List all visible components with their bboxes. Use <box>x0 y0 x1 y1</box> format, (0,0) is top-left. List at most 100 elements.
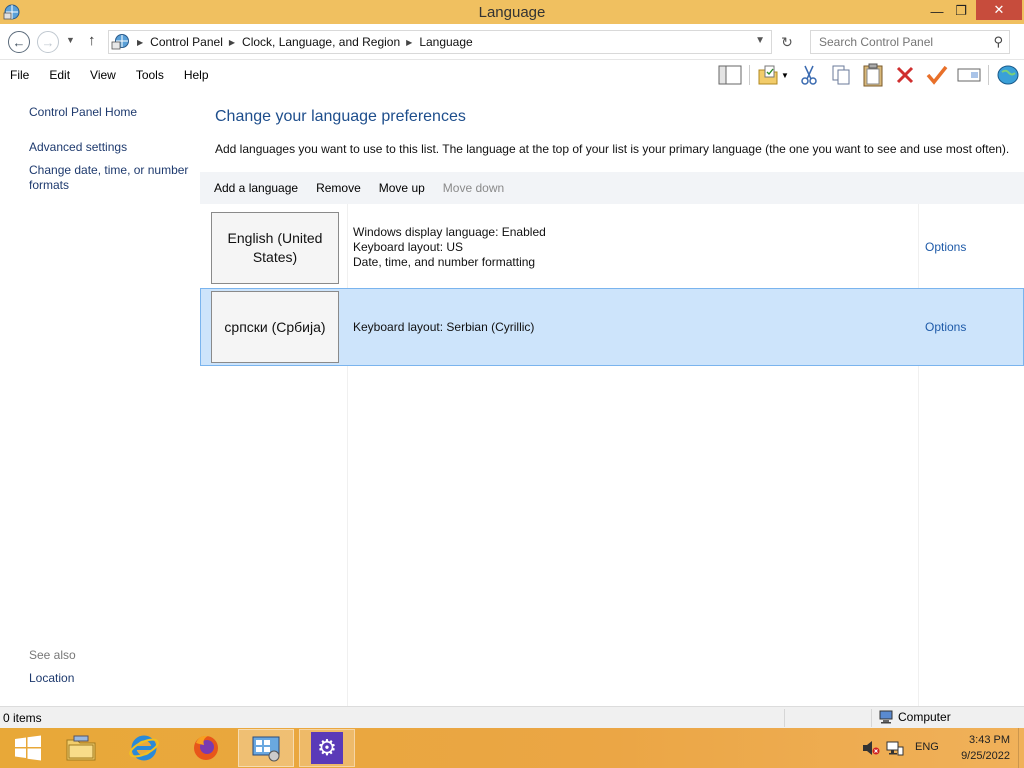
clock-time: 3:43 PM <box>969 734 1010 746</box>
item-count: 0 items <box>3 711 42 725</box>
apply-button[interactable] <box>921 62 953 88</box>
breadcrumb-language[interactable]: Language <box>419 35 472 49</box>
delete-icon <box>896 66 914 84</box>
move-down-button[interactable]: Move down <box>443 181 504 195</box>
refresh-icon: ↻ <box>781 33 793 50</box>
menu-file[interactable]: File <box>0 68 39 82</box>
link-line: Change date, time, or number <box>29 163 189 177</box>
search-input[interactable] <box>819 35 979 49</box>
rename-icon <box>957 68 981 82</box>
change-date-time-formats-link[interactable]: Change date, time, or number formats <box>29 163 188 193</box>
settings-icon: ⚙ <box>311 732 343 764</box>
globe-button[interactable] <box>992 62 1024 88</box>
taskbar-firefox[interactable] <box>178 729 234 767</box>
advanced-settings-link[interactable]: Advanced settings <box>29 140 127 155</box>
search-icon[interactable]: ⚲ <box>993 34 1003 50</box>
language-row-english[interactable]: English (United States) Windows display … <box>200 210 1024 288</box>
forward-button[interactable]: → <box>37 31 59 53</box>
language-tile[interactable]: српски (Србија) <box>211 291 339 363</box>
breadcrumb-clock-language-region[interactable]: Clock, Language, and Region <box>242 35 400 49</box>
language-name-line: српски (Србија) <box>224 318 326 335</box>
properties-folder-icon <box>758 65 778 85</box>
search-box[interactable]: ⚲ <box>810 30 1010 54</box>
taskbar-internet-explorer[interactable] <box>116 729 172 767</box>
breadcrumb-separator-icon[interactable]: ▶ <box>406 38 412 47</box>
keyboard-layout: Keyboard layout: US <box>353 240 464 254</box>
window-title: Language <box>478 3 546 21</box>
windows-logo-icon <box>15 735 41 761</box>
menu-help[interactable]: Help <box>174 68 219 82</box>
menu-tools[interactable]: Tools <box>126 68 174 82</box>
page-title: Change your language preferences <box>215 108 466 125</box>
control-panel-icon[interactable] <box>3 3 21 21</box>
up-button[interactable]: ↑ <box>88 32 96 49</box>
language-row-serbian[interactable]: српски (Србија) Keyboard layout: Serbian… <box>200 288 1024 366</box>
menu-toolbar-row: File Edit View Tools Help ▼ <box>0 61 1024 89</box>
task-pane: Control Panel Home Advanced settings Cha… <box>0 90 200 706</box>
paste-icon <box>863 63 883 87</box>
language-name-line: States) <box>252 249 298 265</box>
language-info: Windows display language: Enabled Keyboa… <box>353 225 546 270</box>
globe-icon <box>997 65 1019 85</box>
menu-view[interactable]: View <box>80 68 126 82</box>
copy-icon <box>832 65 850 85</box>
menu-bar: File Edit View Tools Help <box>0 61 219 89</box>
language-info: Keyboard layout: Serbian (Cyrillic) <box>353 320 534 335</box>
zone-indicator: Computer <box>878 710 951 724</box>
rename-button[interactable] <box>953 62 985 88</box>
language-name-line: English (United <box>227 230 323 246</box>
add-language-button[interactable]: Add a language <box>214 181 298 195</box>
back-button[interactable]: ← <box>8 31 30 53</box>
language-command-bar: Add a language Remove Move up Move down <box>200 172 1024 204</box>
toolbar-divider <box>749 65 750 85</box>
taskbar-settings[interactable]: ⚙ <box>299 729 355 767</box>
volume-muted-icon[interactable] <box>862 740 880 756</box>
internet-explorer-icon <box>129 735 159 761</box>
minimize-button[interactable]: — <box>926 0 948 22</box>
cut-button[interactable] <box>793 62 825 88</box>
display-language-status: Windows display language: Enabled <box>353 225 546 239</box>
formatting-info: Date, time, and number formatting <box>353 255 536 269</box>
start-button[interactable] <box>0 729 56 767</box>
control-panel-icon <box>252 736 280 762</box>
breadcrumb-separator-icon[interactable]: ▶ <box>137 38 143 47</box>
address-bar[interactable]: ▶ Control Panel ▶ Clock, Language, and R… <box>108 30 772 54</box>
refresh-button[interactable]: ↻ <box>776 30 798 54</box>
properties-button[interactable]: ▼ <box>753 62 793 88</box>
breadcrumb-separator-icon[interactable]: ▶ <box>229 38 235 47</box>
menu-edit[interactable]: Edit <box>39 68 80 82</box>
paste-button[interactable] <box>857 62 889 88</box>
address-toolbar: ← → ▼ ↑ ▶ Control Panel ▶ Clock, Languag… <box>0 24 1024 60</box>
show-desktop-button[interactable] <box>1018 728 1024 768</box>
close-button[interactable]: ✕ <box>976 0 1022 20</box>
options-link[interactable]: Options <box>925 320 966 334</box>
input-language-indicator[interactable]: ENG <box>915 741 939 753</box>
delete-button[interactable] <box>889 62 921 88</box>
control-panel-home-link[interactable]: Control Panel Home <box>29 105 137 120</box>
copy-button[interactable] <box>825 62 857 88</box>
status-divider <box>871 709 872 727</box>
firefox-icon <box>194 735 218 760</box>
cut-icon <box>801 65 817 85</box>
page-description: Add languages you want to use to this li… <box>215 142 1010 156</box>
breadcrumb-control-panel[interactable]: Control Panel <box>150 35 223 49</box>
taskbar-control-panel[interactable] <box>238 729 294 767</box>
taskbar-file-explorer[interactable] <box>53 729 109 767</box>
move-up-button[interactable]: Move up <box>379 181 425 195</box>
language-tile[interactable]: English (United States) <box>211 212 339 284</box>
location-link[interactable]: Location <box>29 671 74 686</box>
recent-locations-dropdown[interactable]: ▼ <box>66 35 75 45</box>
options-link[interactable]: Options <box>925 240 966 254</box>
system-clock[interactable]: 3:43 PM 9/25/2022 <box>950 732 1010 764</box>
address-dropdown-icon[interactable]: ▼ <box>755 35 765 46</box>
clock-date: 9/25/2022 <box>961 750 1010 762</box>
layout-pane-button[interactable] <box>714 62 746 88</box>
toolbar-divider <box>988 65 989 85</box>
properties-dropdown-icon[interactable]: ▼ <box>781 71 789 80</box>
see-also-heading: See also <box>29 648 76 662</box>
maximize-button[interactable]: ❐ <box>950 0 972 22</box>
network-icon[interactable] <box>886 740 904 756</box>
status-bar: 0 items Computer <box>0 706 1024 728</box>
remove-button[interactable]: Remove <box>316 181 361 195</box>
keyboard-layout: Keyboard layout: Serbian (Cyrillic) <box>353 320 535 334</box>
